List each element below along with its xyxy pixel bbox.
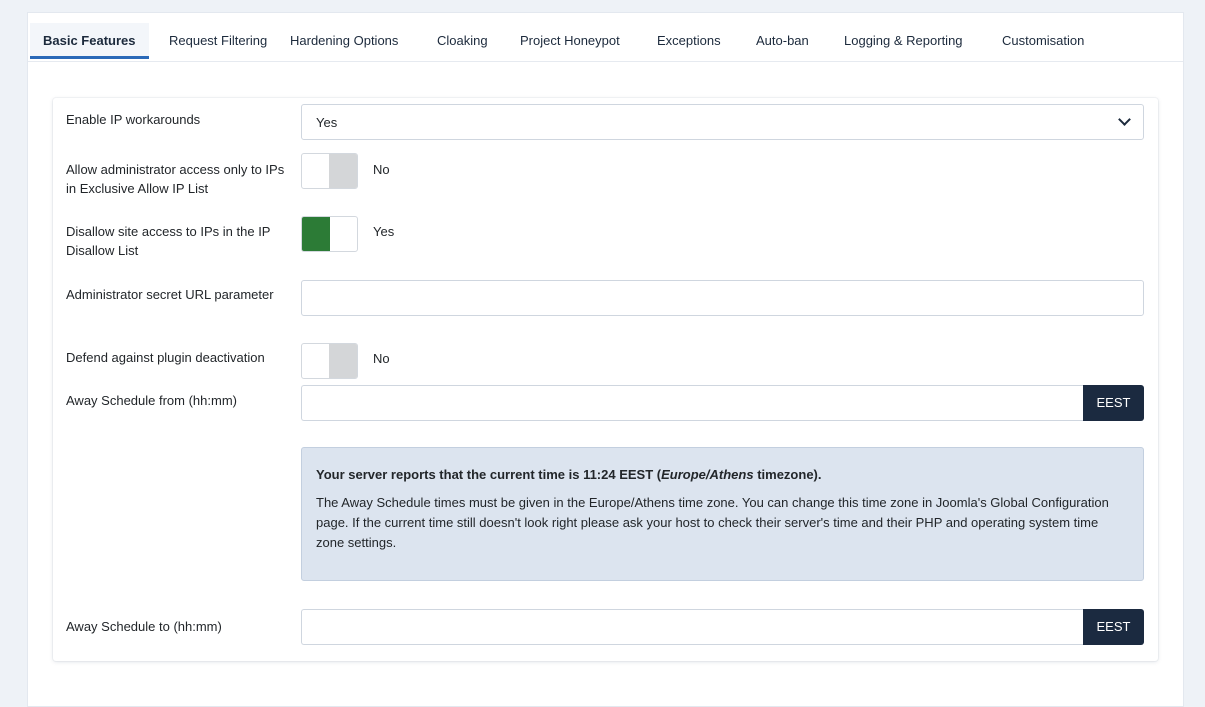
alert-body: The Away Schedule times must be given in… bbox=[316, 495, 1109, 550]
tab-basic-features[interactable]: Basic Features bbox=[30, 23, 149, 59]
admin-exclusive-label: Allow administrator access only to IPs i… bbox=[66, 162, 285, 196]
away-to-label: Away Schedule to (hh:mm) bbox=[66, 619, 222, 634]
tab-exceptions[interactable]: Exceptions bbox=[644, 23, 734, 59]
away-to-group: EEST bbox=[301, 609, 1144, 645]
secret-url-input[interactable] bbox=[301, 280, 1144, 316]
plugin-deactivation-label: Defend against plugin deactivation bbox=[66, 350, 265, 365]
plugin-deactivation-toggle[interactable] bbox=[301, 343, 358, 379]
tab-logging-reporting[interactable]: Logging & Reporting bbox=[831, 23, 976, 59]
ip-workarounds-select[interactable]: Yes bbox=[301, 104, 1144, 140]
away-from-group: EEST bbox=[301, 385, 1144, 421]
disallow-list-state: Yes bbox=[373, 224, 395, 239]
disallow-list-toggle[interactable] bbox=[301, 216, 358, 252]
server-time-alert: Your server reports that the current tim… bbox=[301, 447, 1144, 581]
tab-cloaking[interactable]: Cloaking bbox=[424, 23, 501, 59]
secret-url-label: Administrator secret URL parameter bbox=[66, 287, 274, 302]
away-from-timezone-addon: EEST bbox=[1083, 385, 1144, 421]
settings-card: Enable IP workarounds Yes Allow administ… bbox=[53, 98, 1158, 661]
tab-hardening-options[interactable]: Hardening Options bbox=[277, 23, 411, 59]
toggle-on-indicator bbox=[302, 217, 330, 251]
tab-bar: Basic Features Request Filtering Hardeni… bbox=[28, 13, 1183, 62]
disallow-list-label: Disallow site access to IPs in the IP Di… bbox=[66, 224, 271, 258]
plugin-deactivation-state: No bbox=[373, 351, 390, 366]
tab-project-honeypot[interactable]: Project Honeypot bbox=[507, 23, 633, 59]
tab-request-filtering[interactable]: Request Filtering bbox=[156, 23, 280, 59]
toggle-off-indicator bbox=[329, 154, 357, 188]
ip-workarounds-value: Yes bbox=[316, 115, 338, 130]
settings-panel: Basic Features Request Filtering Hardeni… bbox=[27, 12, 1184, 707]
ip-workarounds-label: Enable IP workarounds bbox=[66, 112, 201, 127]
away-to-timezone-addon: EEST bbox=[1083, 609, 1144, 645]
alert-heading: Your server reports that the current tim… bbox=[316, 467, 822, 482]
away-from-input[interactable] bbox=[301, 385, 1083, 421]
tab-customisation[interactable]: Customisation bbox=[989, 23, 1097, 59]
chevron-down-icon bbox=[1118, 113, 1131, 126]
admin-exclusive-toggle[interactable] bbox=[301, 153, 358, 189]
away-to-input[interactable] bbox=[301, 609, 1083, 645]
toggle-off-indicator bbox=[329, 344, 357, 378]
away-from-label: Away Schedule from (hh:mm) bbox=[66, 393, 237, 408]
admin-exclusive-state: No bbox=[373, 162, 390, 177]
tab-auto-ban[interactable]: Auto-ban bbox=[743, 23, 822, 59]
